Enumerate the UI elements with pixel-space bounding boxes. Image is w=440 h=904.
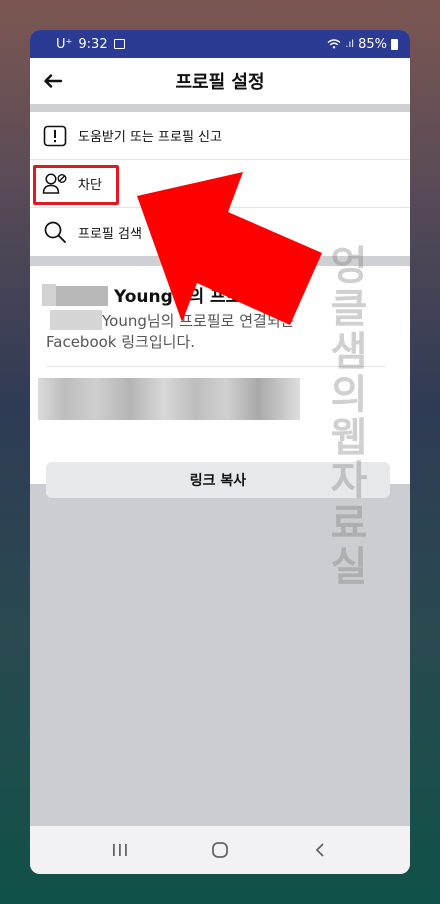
watermark-char: 웹 [330, 415, 368, 461]
signal-icon: .ıl [345, 38, 355, 50]
app-bar: 프로필 설정 [30, 58, 410, 104]
battery-icon [391, 38, 398, 50]
back-arrow-icon [44, 74, 62, 88]
status-bar: U⁺ 9:32 .ıl 85% [30, 30, 410, 58]
home-button[interactable] [200, 830, 240, 870]
recent-apps-button[interactable] [100, 830, 140, 870]
back-chevron-icon [315, 843, 324, 857]
android-nav-bar [30, 826, 410, 874]
home-icon [212, 842, 228, 858]
redacted-name [56, 286, 108, 306]
gallery-notification-icon [113, 39, 125, 49]
watermark-char: 자 [330, 458, 368, 504]
redacted-link [38, 378, 300, 420]
menu-item-report[interactable]: 도움받기 또는 프로필 신고 [30, 112, 410, 160]
menu-item-label: 프로필 검색 [78, 226, 142, 242]
section-divider [30, 104, 410, 112]
redacted-name [42, 284, 56, 306]
profile-link-description: Young님의 프로필로 연결되는 Facebook 링크입니다. [46, 312, 295, 351]
highlight-box [33, 165, 119, 205]
battery-label: 85% [358, 36, 387, 52]
watermark-char: 의 [330, 372, 368, 418]
menu-item-label: 도움받기 또는 프로필 신고 [78, 130, 222, 145]
watermark-char: 샘 [330, 329, 368, 375]
recent-apps-icon [113, 844, 127, 856]
carrier-label: U⁺ [56, 36, 73, 52]
watermark-char: 실 [330, 544, 368, 590]
watermark-char: 료 [330, 501, 368, 547]
wifi-icon [327, 39, 341, 49]
time-label: 9:32 [78, 36, 108, 52]
profile-settings-menu: 도움받기 또는 프로필 신고 차단 프로필 검색 [30, 112, 410, 256]
back-button[interactable] [42, 70, 64, 92]
watermark: 엉 클 샘 의 웹 자 료 실 [325, 245, 373, 589]
back-nav-button[interactable] [300, 830, 340, 870]
report-icon [42, 123, 68, 149]
page-title: 프로필 설정 [175, 72, 265, 93]
search-icon [42, 219, 68, 245]
profile-link-title: Young님의 프로필 링크 [114, 287, 295, 307]
menu-item-block[interactable]: 차단 [30, 160, 410, 208]
watermark-char: 클 [330, 286, 368, 332]
watermark-char: 엉 [330, 243, 368, 289]
